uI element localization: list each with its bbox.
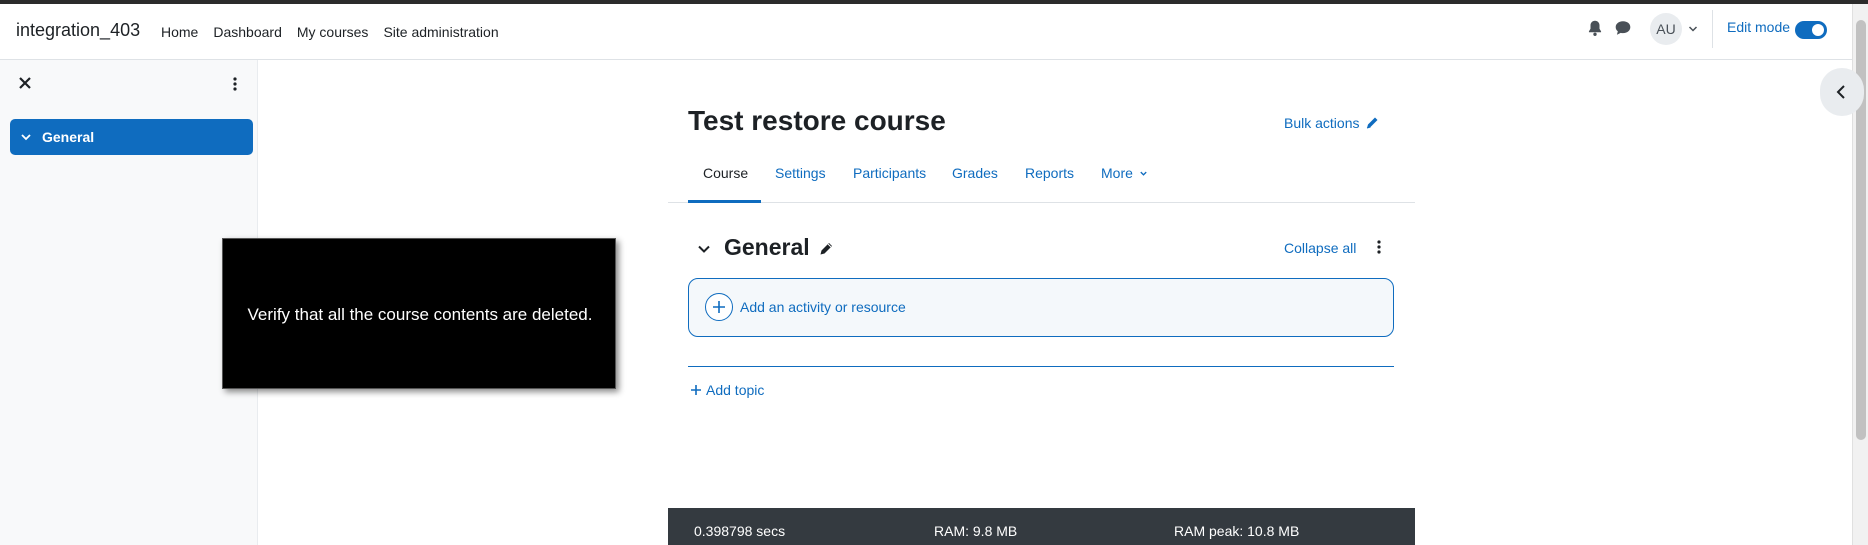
add-topic-button[interactable]: Add topic	[690, 382, 764, 398]
chevron-down-icon[interactable]	[1688, 24, 1698, 34]
course-index-item-label: General	[42, 129, 95, 145]
nav-dashboard[interactable]: Dashboard	[213, 24, 282, 40]
edit-mode-label[interactable]: Edit mode	[1727, 19, 1790, 35]
kebab-menu-icon[interactable]	[228, 76, 242, 92]
tab-more-label: More	[1101, 165, 1133, 181]
tab-participants[interactable]: Participants	[853, 165, 926, 181]
edit-mode-toggle[interactable]	[1795, 21, 1827, 39]
tab-more[interactable]: More	[1101, 165, 1148, 181]
collapse-all-link[interactable]: Collapse all	[1284, 240, 1356, 256]
chevron-down-icon[interactable]	[20, 131, 32, 143]
chevron-down-icon	[1140, 171, 1147, 176]
bulk-actions-button[interactable]: Bulk actions	[1284, 115, 1379, 131]
tab-course[interactable]: Course	[703, 165, 748, 181]
course-index-drawer: General	[0, 60, 258, 545]
user-avatar[interactable]: AU	[1650, 13, 1682, 45]
nav-home[interactable]: Home	[161, 24, 198, 40]
primary-navigation: Home Dashboard My courses Site administr…	[161, 24, 514, 40]
navbar-divider	[1712, 10, 1713, 48]
messages-chat-icon[interactable]	[1614, 19, 1632, 37]
tab-grades[interactable]: Grades	[952, 165, 998, 181]
add-activity-label: Add an activity or resource	[740, 299, 906, 315]
add-activity-button[interactable]: Add an activity or resource	[688, 278, 1394, 337]
notifications-bell-icon[interactable]	[1586, 19, 1604, 37]
site-name[interactable]: integration_403	[16, 20, 140, 41]
perf-time: 0.398798 secs	[694, 523, 786, 539]
nav-site-administration[interactable]: Site administration	[383, 24, 498, 40]
bulk-actions-label: Bulk actions	[1284, 115, 1360, 131]
add-topic-label: Add topic	[706, 382, 765, 398]
course-secondary-navigation: Course Settings Participants Grades Repo…	[668, 150, 1415, 203]
overlay-message: Verify that all the course contents are …	[247, 304, 593, 324]
course-index-item-general[interactable]: General	[10, 119, 253, 155]
active-tab-indicator	[688, 200, 761, 203]
tab-settings[interactable]: Settings	[775, 165, 826, 181]
section-kebab-menu-icon[interactable]	[1372, 238, 1386, 256]
top-navbar: integration_403 Home Dashboard My course…	[0, 4, 1852, 60]
perf-ram-peak: RAM peak: 10.8 MB	[1174, 523, 1300, 539]
page-title: Test restore course	[688, 105, 946, 136]
open-block-drawer-button[interactable]	[1820, 68, 1864, 116]
performance-footer: 0.398798 secs RAM: 9.8 MB RAM peak: 10.8…	[668, 508, 1415, 545]
perf-ram: RAM: 9.8 MB	[934, 523, 1018, 539]
edit-section-title-icon[interactable]	[818, 241, 834, 257]
plus-circle-icon	[705, 293, 733, 321]
section-collapse-chevron-icon[interactable]	[696, 241, 712, 257]
chevron-left-icon	[1836, 85, 1845, 99]
tab-reports[interactable]: Reports	[1025, 165, 1074, 181]
pencil-icon	[1367, 117, 1378, 129]
instruction-overlay: Verify that all the course contents are …	[222, 238, 616, 389]
section-title: General	[724, 234, 810, 260]
nav-my-courses[interactable]: My courses	[297, 24, 369, 40]
plus-icon	[691, 385, 701, 395]
section-divider	[688, 366, 1394, 367]
close-icon[interactable]	[18, 76, 32, 90]
